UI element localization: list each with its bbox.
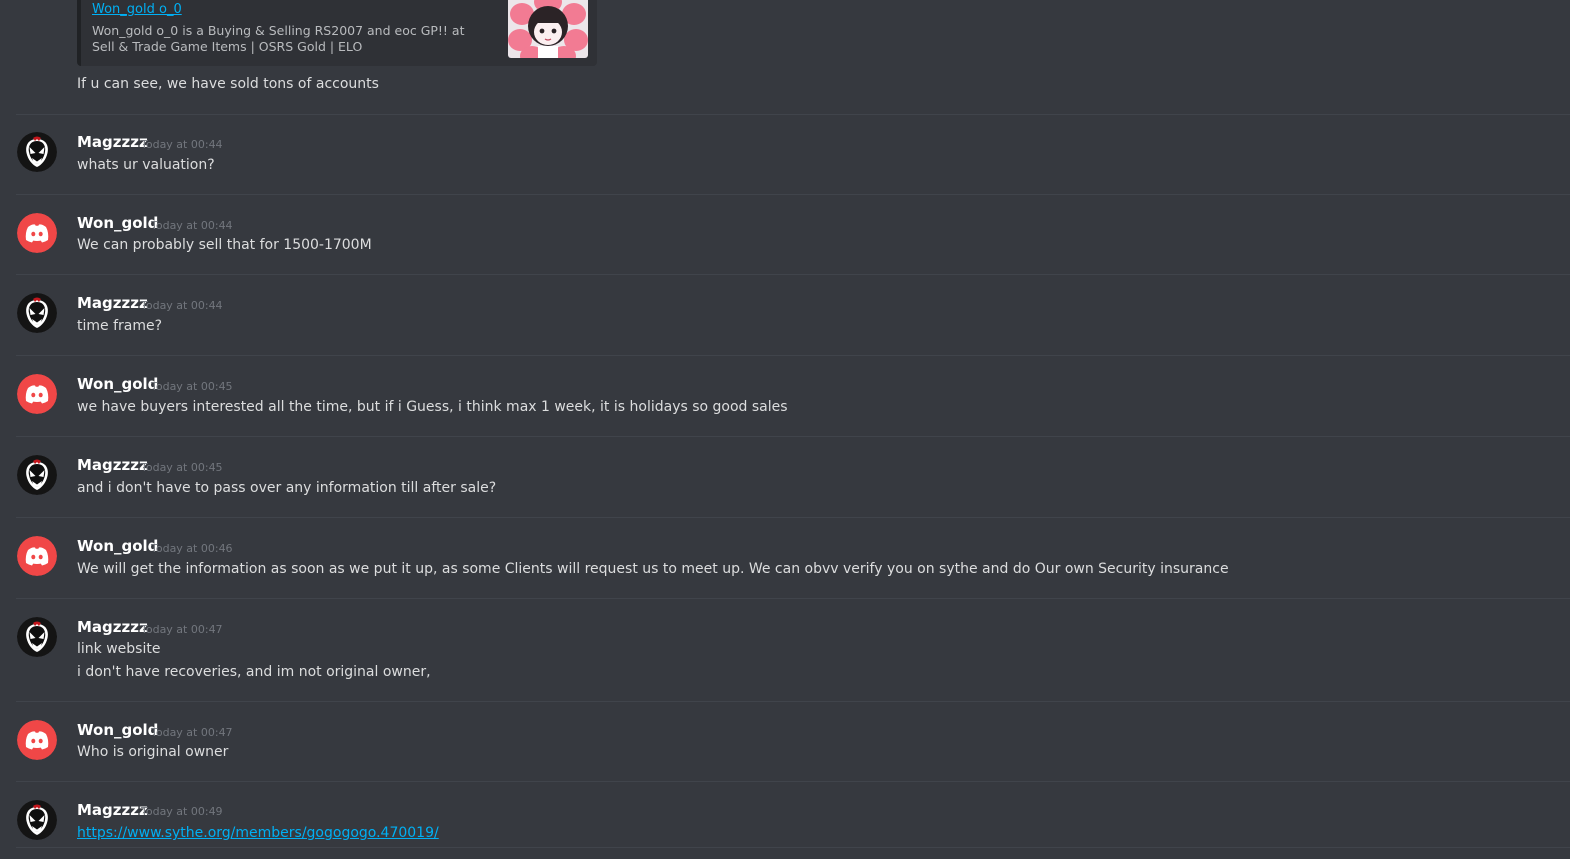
message-divider	[16, 781, 1570, 782]
message-text: we have buyers interested all the time, …	[77, 399, 788, 415]
message-timestamp: Today at 00:44	[141, 138, 223, 151]
discord-logo-avatar-icon[interactable]	[17, 213, 57, 253]
link-embed: Won_gold o_0 Won_gold o_0 is a Buying & …	[77, 0, 597, 66]
message-divider	[16, 701, 1570, 702]
message-text: link website	[77, 641, 161, 657]
message-timestamp: Today at 00:49	[141, 805, 223, 818]
message-divider	[16, 194, 1570, 195]
message-divider	[16, 847, 1570, 848]
message-timestamp: Today at 00:45	[141, 461, 223, 474]
message-text: We will get the information as soon as w…	[77, 561, 1229, 577]
message-author[interactable]: Won_gold	[77, 537, 158, 555]
message-author[interactable]: Magzzzz	[77, 456, 148, 474]
message-divider	[16, 598, 1570, 599]
message-divider	[16, 517, 1570, 518]
message-author[interactable]: Magzzzz	[77, 133, 148, 151]
venom-avatar-icon[interactable]	[17, 617, 57, 657]
discord-logo-avatar-icon[interactable]	[17, 536, 57, 576]
message-timestamp: Today at 00:47	[151, 726, 233, 739]
discord-logo-avatar-icon[interactable]	[17, 720, 57, 760]
message-link[interactable]: https://www.sythe.org/members/gogogogo.4…	[77, 825, 439, 841]
message-author[interactable]: Magzzzz	[77, 618, 148, 636]
message-timestamp: Today at 00:46	[151, 542, 233, 555]
chat-log: Won_gold o_0 Won_gold o_0 is a Buying & …	[0, 0, 1570, 859]
message-author[interactable]: Won_gold	[77, 375, 158, 393]
message-text: If u can see, we have sold tons of accou…	[77, 76, 379, 92]
message-divider	[16, 274, 1570, 275]
message-text: i don't have recoveries, and im not orig…	[77, 664, 431, 680]
message-timestamp: Today at 00:44	[151, 219, 233, 232]
message-author[interactable]: Won_gold	[77, 721, 158, 739]
venom-avatar-icon[interactable]	[17, 132, 57, 172]
anime-girl-flower-thumbnail-icon[interactable]	[508, 0, 588, 58]
message-link-container: https://www.sythe.org/members/gogogogo.4…	[77, 825, 439, 841]
message-timestamp: Today at 00:44	[141, 299, 223, 312]
message-author[interactable]: Won_gold	[77, 214, 158, 232]
discord-logo-avatar-icon[interactable]	[17, 374, 57, 414]
embed-author-link[interactable]: Won_gold o_0	[92, 2, 182, 17]
message-author[interactable]: Magzzzz	[77, 801, 148, 819]
message-divider	[16, 114, 1570, 115]
message-text: and i don't have to pass over any inform…	[77, 480, 497, 496]
venom-avatar-icon[interactable]	[17, 455, 57, 495]
message-divider	[16, 355, 1570, 356]
message-text: Who is original owner	[77, 744, 229, 760]
message-text: whats ur valuation?	[77, 157, 215, 173]
message-text: We can probably sell that for 1500-1700M	[77, 237, 372, 253]
message-author[interactable]: Magzzzz	[77, 294, 148, 312]
message-timestamp: Today at 00:45	[151, 380, 233, 393]
message-divider	[16, 436, 1570, 437]
message-timestamp: Today at 00:47	[141, 623, 223, 636]
message-text: time frame?	[77, 318, 163, 334]
embed-description: Won_gold o_0 is a Buying & Selling RS200…	[92, 23, 465, 54]
venom-avatar-icon[interactable]	[17, 293, 57, 333]
venom-avatar-icon[interactable]	[17, 800, 57, 840]
